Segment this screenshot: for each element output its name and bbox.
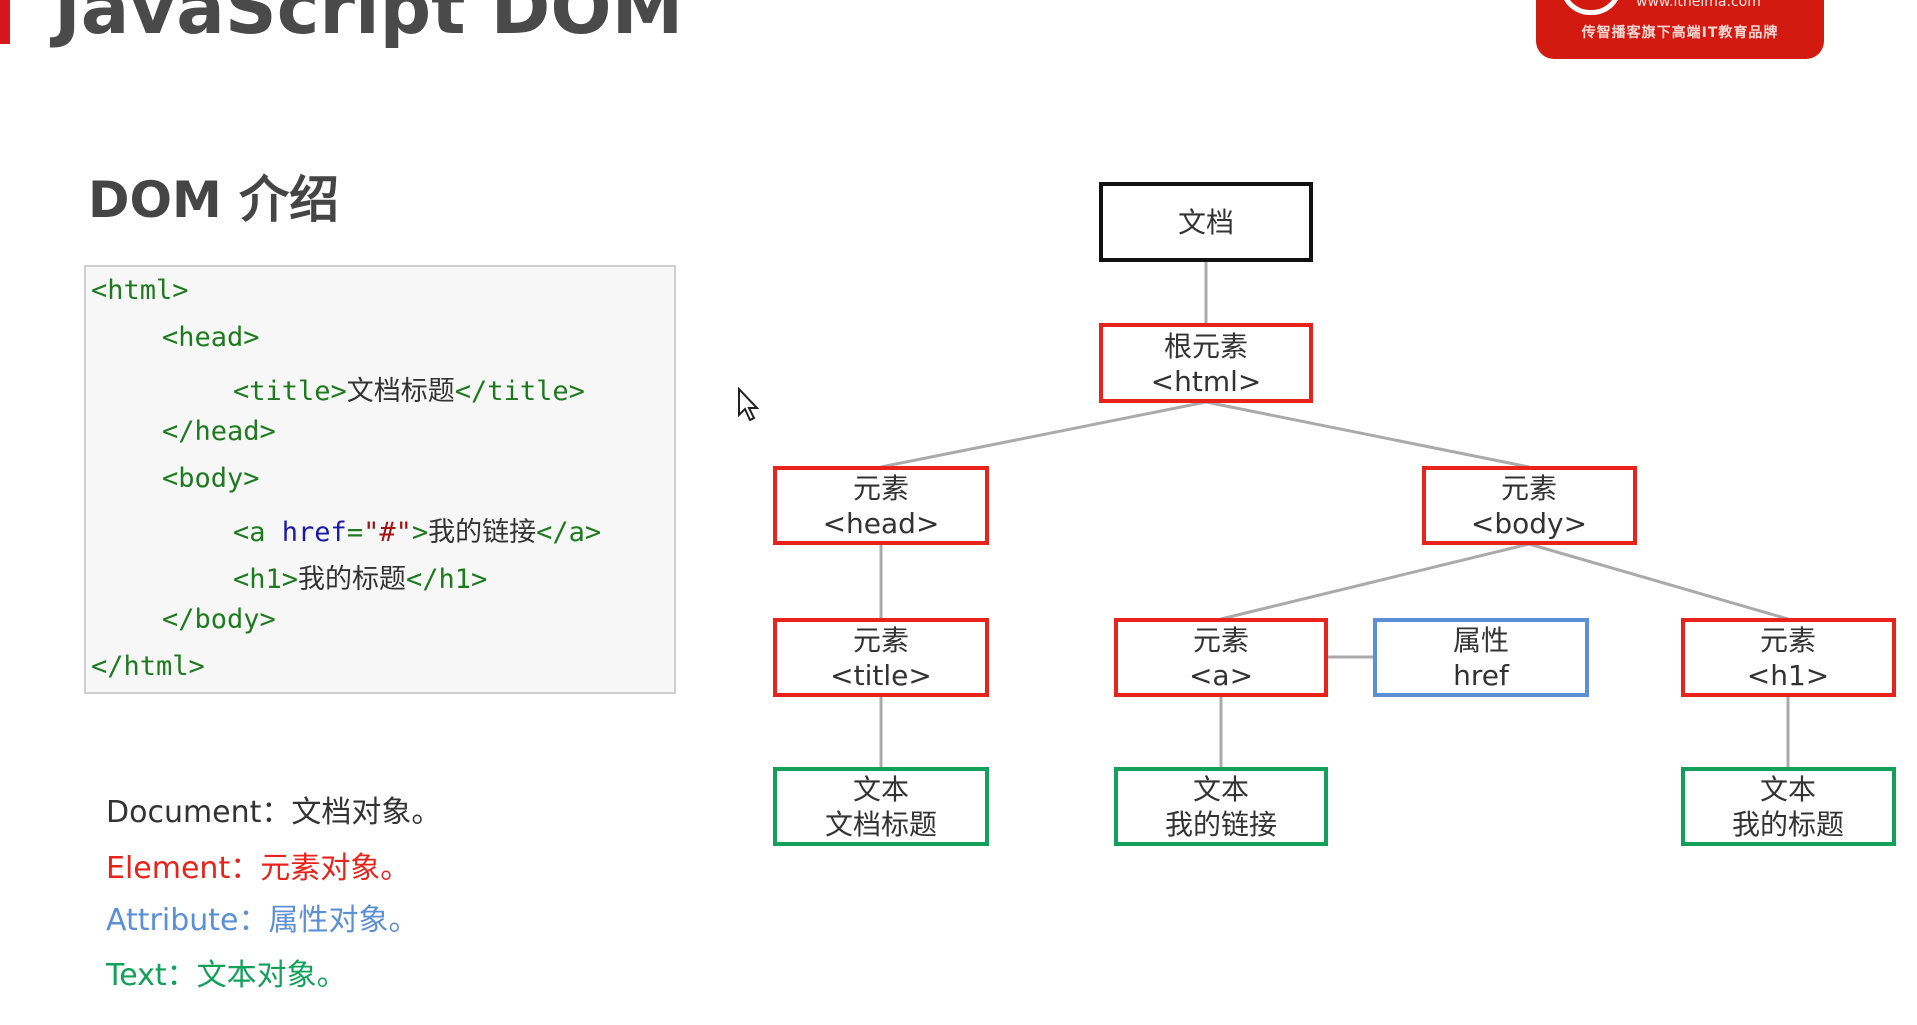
svg-text:文本: 文本 [853,773,909,806]
node-h1: 元素 <h1> [1681,618,1896,697]
node-a: 元素 <a> [1114,618,1328,697]
node-root-html: 根元素 <html> [1099,323,1313,403]
svg-text:文档: 文档 [1178,206,1234,239]
svg-text:元素: 元素 [853,472,909,505]
connector [1220,542,1530,621]
connector [1205,400,1530,469]
connector [880,400,1207,469]
svg-text:我的链接: 我的链接 [1165,808,1277,841]
svg-text:<h1>: <h1> [1747,659,1829,692]
svg-text:<a>: <a> [1189,659,1253,692]
node-text-h1: 文本 我的标题 [1681,767,1896,846]
node-head: 元素 <head> [773,466,989,545]
svg-text:<title>: <title> [830,659,932,692]
tree-connectors [879,261,1790,768]
svg-text:根元素: 根元素 [1164,330,1248,363]
svg-text:元素: 元素 [1193,624,1249,657]
connector [1528,542,1789,621]
svg-text:文本: 文本 [1193,773,1249,806]
node-text-a: 文本 我的链接 [1114,767,1328,846]
node-title: 元素 <title> [773,618,989,697]
node-body: 元素 <body> [1422,466,1637,545]
svg-text:元素: 元素 [1760,624,1816,657]
svg-text:元素: 元素 [853,624,909,657]
svg-text:文档标题: 文档标题 [825,808,937,841]
svg-text:文本: 文本 [1760,773,1816,806]
svg-text:<head>: <head> [823,507,940,540]
node-text-title: 文本 文档标题 [773,767,989,846]
node-document: 文档 [1099,182,1313,262]
svg-text:属性: 属性 [1453,624,1509,657]
svg-text:href: href [1453,659,1510,692]
svg-text:元素: 元素 [1501,472,1557,505]
svg-text:<html>: <html> [1151,365,1262,398]
svg-text:<body>: <body> [1471,507,1587,540]
node-attribute-href: 属性 href [1373,618,1589,697]
svg-text:我的标题: 我的标题 [1732,808,1844,841]
dom-tree-diagram: 文档 根元素 <html> 元素 <head> 元素 <body> 元素 <ti… [773,182,1896,846]
